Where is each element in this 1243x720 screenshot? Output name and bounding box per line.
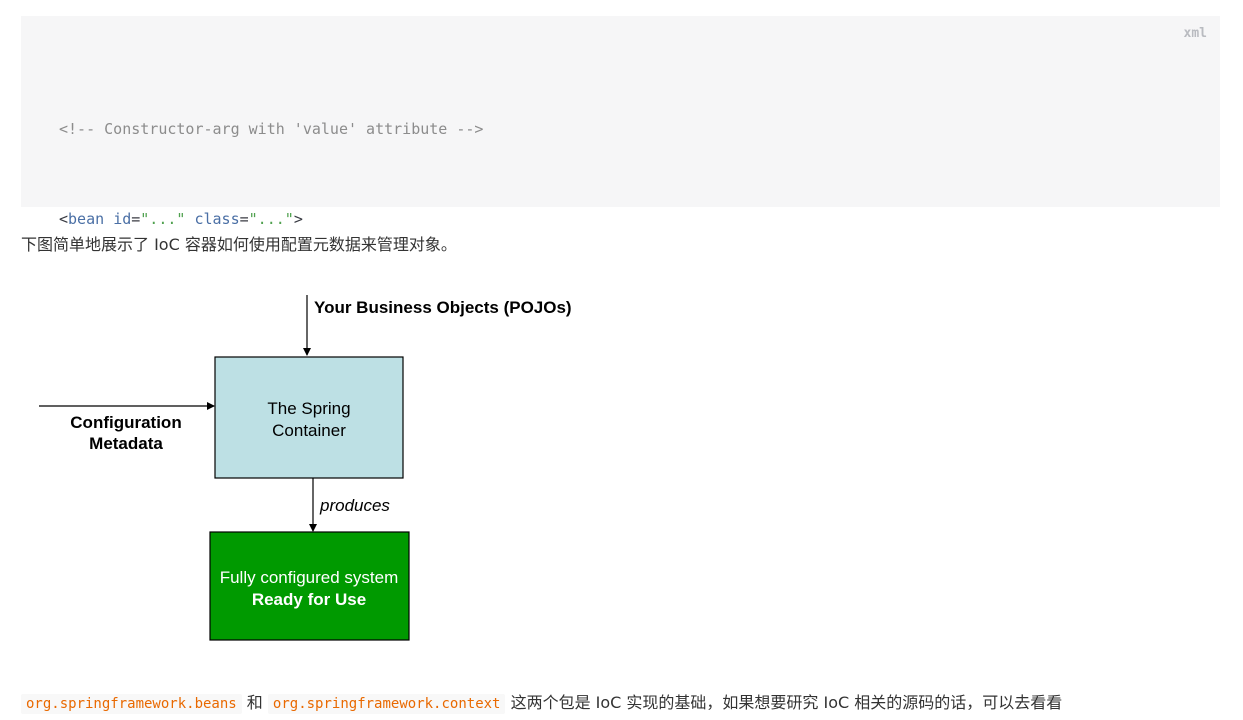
footer-and-text: 和 <box>241 693 268 712</box>
intro-paragraph: 下图简单地展示了 IoC 容器如何使用配置元数据来管理对象。 <box>21 235 457 254</box>
code-attr: id <box>113 210 132 228</box>
code-tag: bean <box>68 210 105 228</box>
config-label-line2: Metadata <box>89 434 163 453</box>
ioc-diagram-svg: Your Business Objects (POJOs) Configurat… <box>39 295 572 641</box>
code-line-bean-open: <bean id="..." class="..."> <box>59 204 483 234</box>
inline-code-context: org.springframework.context <box>267 694 506 714</box>
code-token: = <box>239 210 249 228</box>
container-label-line2: Container <box>272 421 346 440</box>
code-string: "..." <box>140 210 186 228</box>
output-label-line1: Fully configured system <box>220 568 399 587</box>
code-token: = <box>131 210 141 228</box>
footer-paragraph: org.springframework.beans 和 org.springfr… <box>21 690 1062 717</box>
inline-code-beans: org.springframework.beans <box>21 694 242 714</box>
code-token: < <box>59 210 69 228</box>
code-block: xml <!-- Constructor-arg with 'value' at… <box>21 16 1220 408</box>
code-line-comment: <!-- Constructor-arg with 'value' attrib… <box>59 114 483 144</box>
ioc-diagram: Your Business Objects (POJOs) Configurat… <box>21 285 641 655</box>
produces-label: produces <box>319 496 390 515</box>
code-comment: <!-- Constructor-arg with 'value' attrib… <box>59 120 484 138</box>
container-label-line1: The Spring <box>267 399 350 418</box>
code-token: > <box>293 210 303 228</box>
footer-description-text: 这两个包是 IoC 实现的基础，如果想要研究 IoC 相关的源码的话，可以去看看 <box>505 693 1063 712</box>
pojos-label: Your Business Objects (POJOs) <box>314 298 572 317</box>
code-language-label: xml <box>1183 26 1207 41</box>
config-label-line1: Configuration <box>70 413 181 432</box>
code-attr: class <box>194 210 240 228</box>
code-string: "..." <box>248 210 294 228</box>
output-label-line2: Ready for Use <box>252 590 366 609</box>
